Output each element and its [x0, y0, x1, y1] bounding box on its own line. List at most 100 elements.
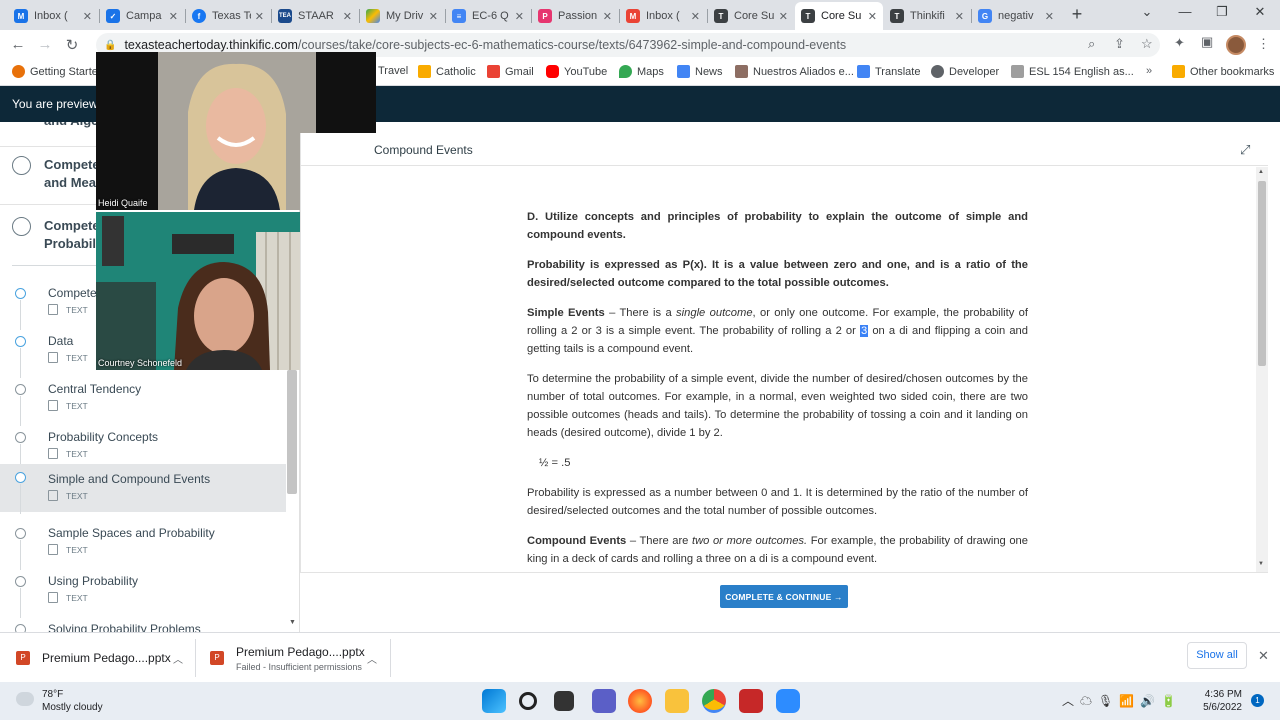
- tab-8[interactable]: T Core Su ✕: [708, 2, 794, 30]
- content-scrollbar[interactable]: ▲ ▼: [1256, 167, 1268, 572]
- close-icon[interactable]: ✕: [515, 10, 524, 23]
- acrobat-icon[interactable]: [739, 689, 763, 713]
- sidebar-scrollbar[interactable]: [287, 370, 297, 494]
- windows-start-icon[interactable]: [482, 689, 506, 713]
- tab-7[interactable]: M Inbox (✕: [620, 2, 706, 30]
- bookmark-nuestros-aliados[interactable]: Nuestros Aliados e...: [735, 65, 854, 78]
- tab-3[interactable]: TEA STAAR ✕: [272, 2, 358, 30]
- reload-icon[interactable]: ↻: [62, 36, 82, 54]
- paragraph-equation: ½ = .5: [539, 457, 571, 469]
- bookmark-news[interactable]: News: [677, 65, 723, 78]
- expand-icon[interactable]: ⤢: [1240, 142, 1250, 158]
- url-path: /courses/take/core-subjects-ec-6-mathema…: [297, 38, 847, 52]
- tab-0[interactable]: M Inbox (✕: [8, 2, 98, 30]
- close-icon[interactable]: ✕: [169, 10, 178, 23]
- facebook-icon: f: [192, 9, 206, 23]
- search-icon[interactable]: [519, 692, 537, 710]
- tab-10[interactable]: T Thinkifi ✕: [884, 2, 970, 30]
- paragraph-simple-events: Simple Events – There is a single outcom…: [527, 307, 1029, 355]
- close-icon[interactable]: ✕: [343, 10, 352, 23]
- task-view-icon[interactable]: [554, 691, 574, 711]
- back-icon[interactable]: ←: [8, 36, 28, 53]
- google-icon: G: [978, 9, 992, 23]
- close-icon[interactable]: ✕: [1045, 10, 1054, 23]
- text-lesson-icon: [48, 592, 58, 603]
- system-tray[interactable]: ︿☁🎙📶🔊🔋: [1062, 692, 1182, 709]
- tab-6[interactable]: P Passion ✕: [532, 2, 618, 30]
- close-icon[interactable]: ✕: [955, 10, 964, 23]
- chevron-up-icon[interactable]: ︿: [367, 651, 377, 666]
- close-icon[interactable]: ✕: [691, 10, 700, 23]
- bookmark-star-icon[interactable]: ☆: [1141, 36, 1153, 52]
- translate-icon: [857, 65, 870, 78]
- text-lesson-icon: [48, 400, 58, 411]
- menu-icon[interactable]: ⋮: [1257, 36, 1270, 52]
- sidebar-item-simple-compound-events[interactable]: Simple and Compound Events TEXT: [0, 464, 286, 514]
- file-explorer-icon[interactable]: [665, 689, 689, 713]
- profile-avatar[interactable]: [1226, 35, 1246, 55]
- minimize-icon[interactable]: —: [1170, 4, 1200, 19]
- bookmark-esl[interactable]: ESL 154 English as...: [1011, 65, 1134, 78]
- bookmarks-overflow-icon[interactable]: »: [1146, 65, 1152, 77]
- tab-4[interactable]: My Driv ✕: [360, 2, 444, 30]
- chevron-up-icon[interactable]: ︿: [173, 651, 183, 666]
- zoom-icon[interactable]: ⌕: [1088, 36, 1095, 52]
- lesson-title: Compound Events: [374, 143, 473, 157]
- bookmark-catholic[interactable]: Catholic: [418, 65, 476, 78]
- firefox-icon[interactable]: [628, 689, 652, 713]
- bookmark-translate[interactable]: Translate: [857, 65, 920, 78]
- close-icon[interactable]: ✕: [868, 10, 877, 23]
- download-item-2[interactable]: P Premium Pedago....pptx Failed - Insuffi…: [210, 633, 386, 683]
- scroll-down-icon[interactable]: ▼: [289, 619, 296, 626]
- url-host: texasteachertoday.thinkific.com: [124, 38, 298, 52]
- sidebar-item-using-probability[interactable]: Using Probability TEXT: [0, 568, 286, 618]
- tab-9-active[interactable]: T Core Su ✕: [795, 2, 883, 30]
- close-icon[interactable]: ✕: [779, 10, 788, 23]
- teams-chat-icon[interactable]: [592, 689, 616, 713]
- chrome-icon[interactable]: [702, 689, 726, 713]
- sidebar-item-central-tendency[interactable]: Central Tendency TEXT: [0, 376, 286, 426]
- bookmark-travel[interactable]: Travel: [378, 65, 408, 77]
- extensions-icon[interactable]: ✦: [1174, 35, 1185, 51]
- text-lesson-icon: [48, 352, 58, 363]
- tab-1[interactable]: ✓ Campa ✕: [100, 2, 184, 30]
- complete-continue-button[interactable]: COMPLETE & CONTINUE →: [720, 585, 848, 608]
- sidepanel-icon[interactable]: ▣: [1201, 34, 1213, 50]
- scrollbar-thumb[interactable]: [1258, 181, 1266, 366]
- sidebar-item-solving-probability[interactable]: Solving Probability Problems: [0, 616, 286, 632]
- windows-taskbar: 78°F Mostly cloudy ︿☁🎙📶🔊🔋 4:36 PM 5/6/2022…: [0, 682, 1280, 720]
- text-lesson-icon: [48, 490, 58, 501]
- clock[interactable]: 4:36 PM 5/6/2022: [1200, 688, 1242, 714]
- close-window-icon[interactable]: ✕: [1245, 4, 1275, 20]
- new-tab-button[interactable]: +: [1066, 4, 1088, 26]
- zoom-icon[interactable]: [776, 689, 800, 713]
- bookmark-gmail[interactable]: Gmail: [487, 65, 534, 78]
- close-icon[interactable]: ✕: [83, 10, 92, 23]
- bookmark-developer[interactable]: Developer: [931, 65, 999, 78]
- show-all-downloads-button[interactable]: Show all: [1187, 642, 1247, 669]
- sidebar-item-sample-spaces[interactable]: Sample Spaces and Probability TEXT: [0, 520, 286, 570]
- close-icon[interactable]: ✕: [429, 10, 438, 23]
- download-item-1[interactable]: P Premium Pedago....pptx ︿: [16, 633, 192, 683]
- lesson-status-icon: [15, 624, 26, 632]
- weather-widget[interactable]: 78°F Mostly cloudy: [16, 688, 103, 714]
- close-icon[interactable]: ✕: [255, 10, 264, 23]
- close-icon[interactable]: ✕: [603, 10, 612, 23]
- tab-search-icon[interactable]: ⌄: [1132, 4, 1162, 20]
- notification-badge[interactable]: 1: [1251, 694, 1264, 707]
- forward-icon[interactable]: →: [35, 36, 55, 53]
- scroll-up-icon[interactable]: ▲: [1258, 169, 1264, 175]
- gmail-icon: [487, 65, 500, 78]
- close-icon[interactable]: ✕: [1258, 648, 1269, 664]
- maximize-icon[interactable]: ❐: [1207, 4, 1237, 20]
- share-icon[interactable]: ⇪: [1114, 36, 1125, 52]
- tab-2[interactable]: fTexas Te✕: [186, 2, 270, 30]
- bookmark-youtube[interactable]: YouTube: [546, 65, 607, 78]
- bookmark-getting-started[interactable]: Getting Started: [12, 65, 104, 78]
- scroll-down-icon[interactable]: ▼: [1258, 561, 1264, 567]
- bookmark-other[interactable]: Other bookmarks: [1172, 65, 1274, 78]
- bookmark-maps[interactable]: Maps: [619, 65, 664, 78]
- lesson-status-icon: [15, 576, 26, 587]
- tab-11[interactable]: Gnegativ ✕: [972, 2, 1060, 30]
- tab-5[interactable]: ≡ EC-6 Q ✕: [446, 2, 530, 30]
